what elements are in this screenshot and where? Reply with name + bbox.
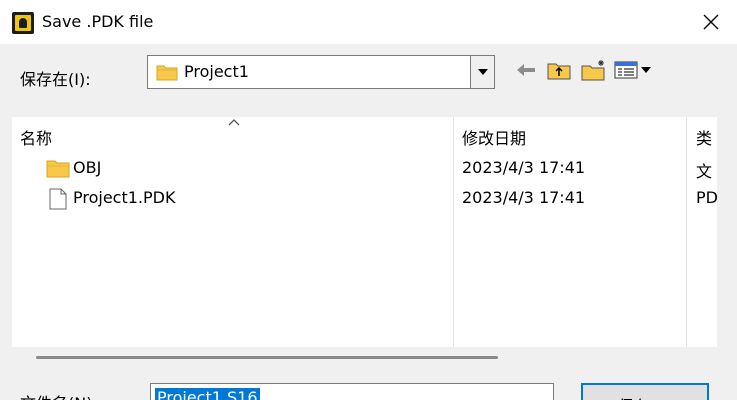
view-menu-icon <box>614 61 651 79</box>
save-in-label: 保存在(I): <box>20 70 91 89</box>
filename-value: Project1.S16 <box>155 388 260 400</box>
file-icon <box>49 188 67 210</box>
folder-icon <box>156 65 178 81</box>
view-menu-button[interactable] <box>612 57 656 83</box>
list-item[interactable]: OBJ 2023/4/3 17:41 文 <box>12 154 717 184</box>
sort-ascending-icon <box>228 119 240 126</box>
file-type: PD <box>696 188 717 207</box>
list-header: 名称 修改日期 类 <box>12 117 717 153</box>
file-name: OBJ <box>73 158 102 177</box>
folder-icon <box>46 160 70 178</box>
close-icon <box>703 14 719 30</box>
file-name: Project1.PDK <box>73 188 176 207</box>
new-folder-icon <box>581 60 605 81</box>
up-folder-button[interactable] <box>545 57 573 83</box>
filename-input[interactable]: Project1.S16 <box>150 383 554 400</box>
column-modified[interactable]: 修改日期 <box>462 117 526 153</box>
save-in-combo[interactable]: Project1 <box>147 55 495 89</box>
filename-label: 文件名(N): <box>20 390 98 400</box>
window-title: Save .PDK file <box>42 12 154 31</box>
save-in-value: Project1 <box>184 62 249 81</box>
file-modified: 2023/4/3 17:41 <box>462 158 586 177</box>
column-separator[interactable] <box>686 117 687 347</box>
list-item[interactable]: Project1.PDK 2023/4/3 17:41 PD <box>12 184 717 214</box>
new-folder-button[interactable] <box>579 57 609 83</box>
scrollbar-thumb[interactable] <box>36 356 498 359</box>
back-arrow-icon <box>517 64 535 76</box>
title-bar: Save .PDK file <box>0 0 737 44</box>
column-type[interactable]: 类 <box>696 117 712 153</box>
column-separator[interactable] <box>453 117 454 347</box>
column-name[interactable]: 名称 <box>20 117 52 153</box>
app-icon <box>12 12 34 34</box>
up-folder-icon <box>547 63 571 80</box>
close-button[interactable] <box>685 0 737 44</box>
horizontal-scrollbar[interactable] <box>12 347 717 367</box>
save-in-dropdown-button[interactable] <box>470 56 494 88</box>
chevron-down-icon <box>477 69 488 75</box>
file-type: 文 <box>696 162 713 181</box>
file-modified: 2023/4/3 17:41 <box>462 188 586 207</box>
file-list[interactable]: 名称 修改日期 类 OBJ 2023/4/3 17:41 文 Project1.… <box>12 117 717 347</box>
save-button[interactable]: 保存(S) <box>581 383 709 400</box>
back-button[interactable] <box>514 57 538 83</box>
